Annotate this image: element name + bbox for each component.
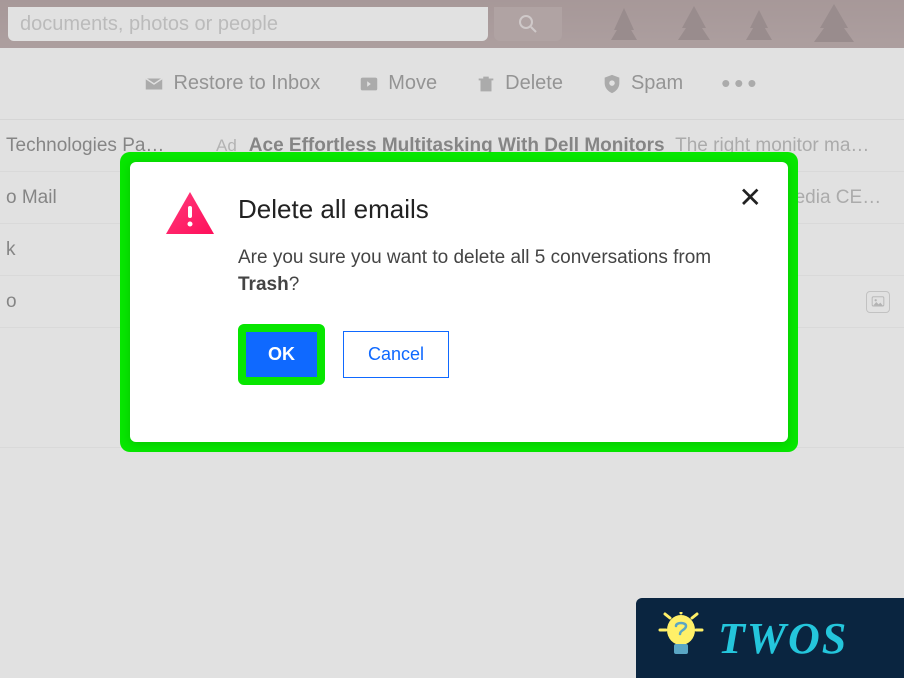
modal-content: Delete all emails Are you sure you want … [238,192,752,385]
lightbulb-icon [658,612,704,664]
warning-icon [166,192,214,385]
close-button[interactable]: ✕ [739,184,762,212]
ok-button[interactable]: OK [246,332,317,377]
modal-highlight-border: ✕ Delete all emails [120,152,798,452]
twos-text: TWOS [718,613,848,664]
modal-text: Are you sure you want to delete all 5 co… [238,245,752,298]
modal-title: Delete all emails [238,194,752,225]
twos-watermark: TWOS [636,598,904,678]
ok-button-highlight: OK [238,324,325,385]
modal-button-row: OK Cancel [238,324,752,385]
delete-all-emails-dialog: ✕ Delete all emails [130,162,788,442]
cancel-button[interactable]: Cancel [343,331,449,378]
